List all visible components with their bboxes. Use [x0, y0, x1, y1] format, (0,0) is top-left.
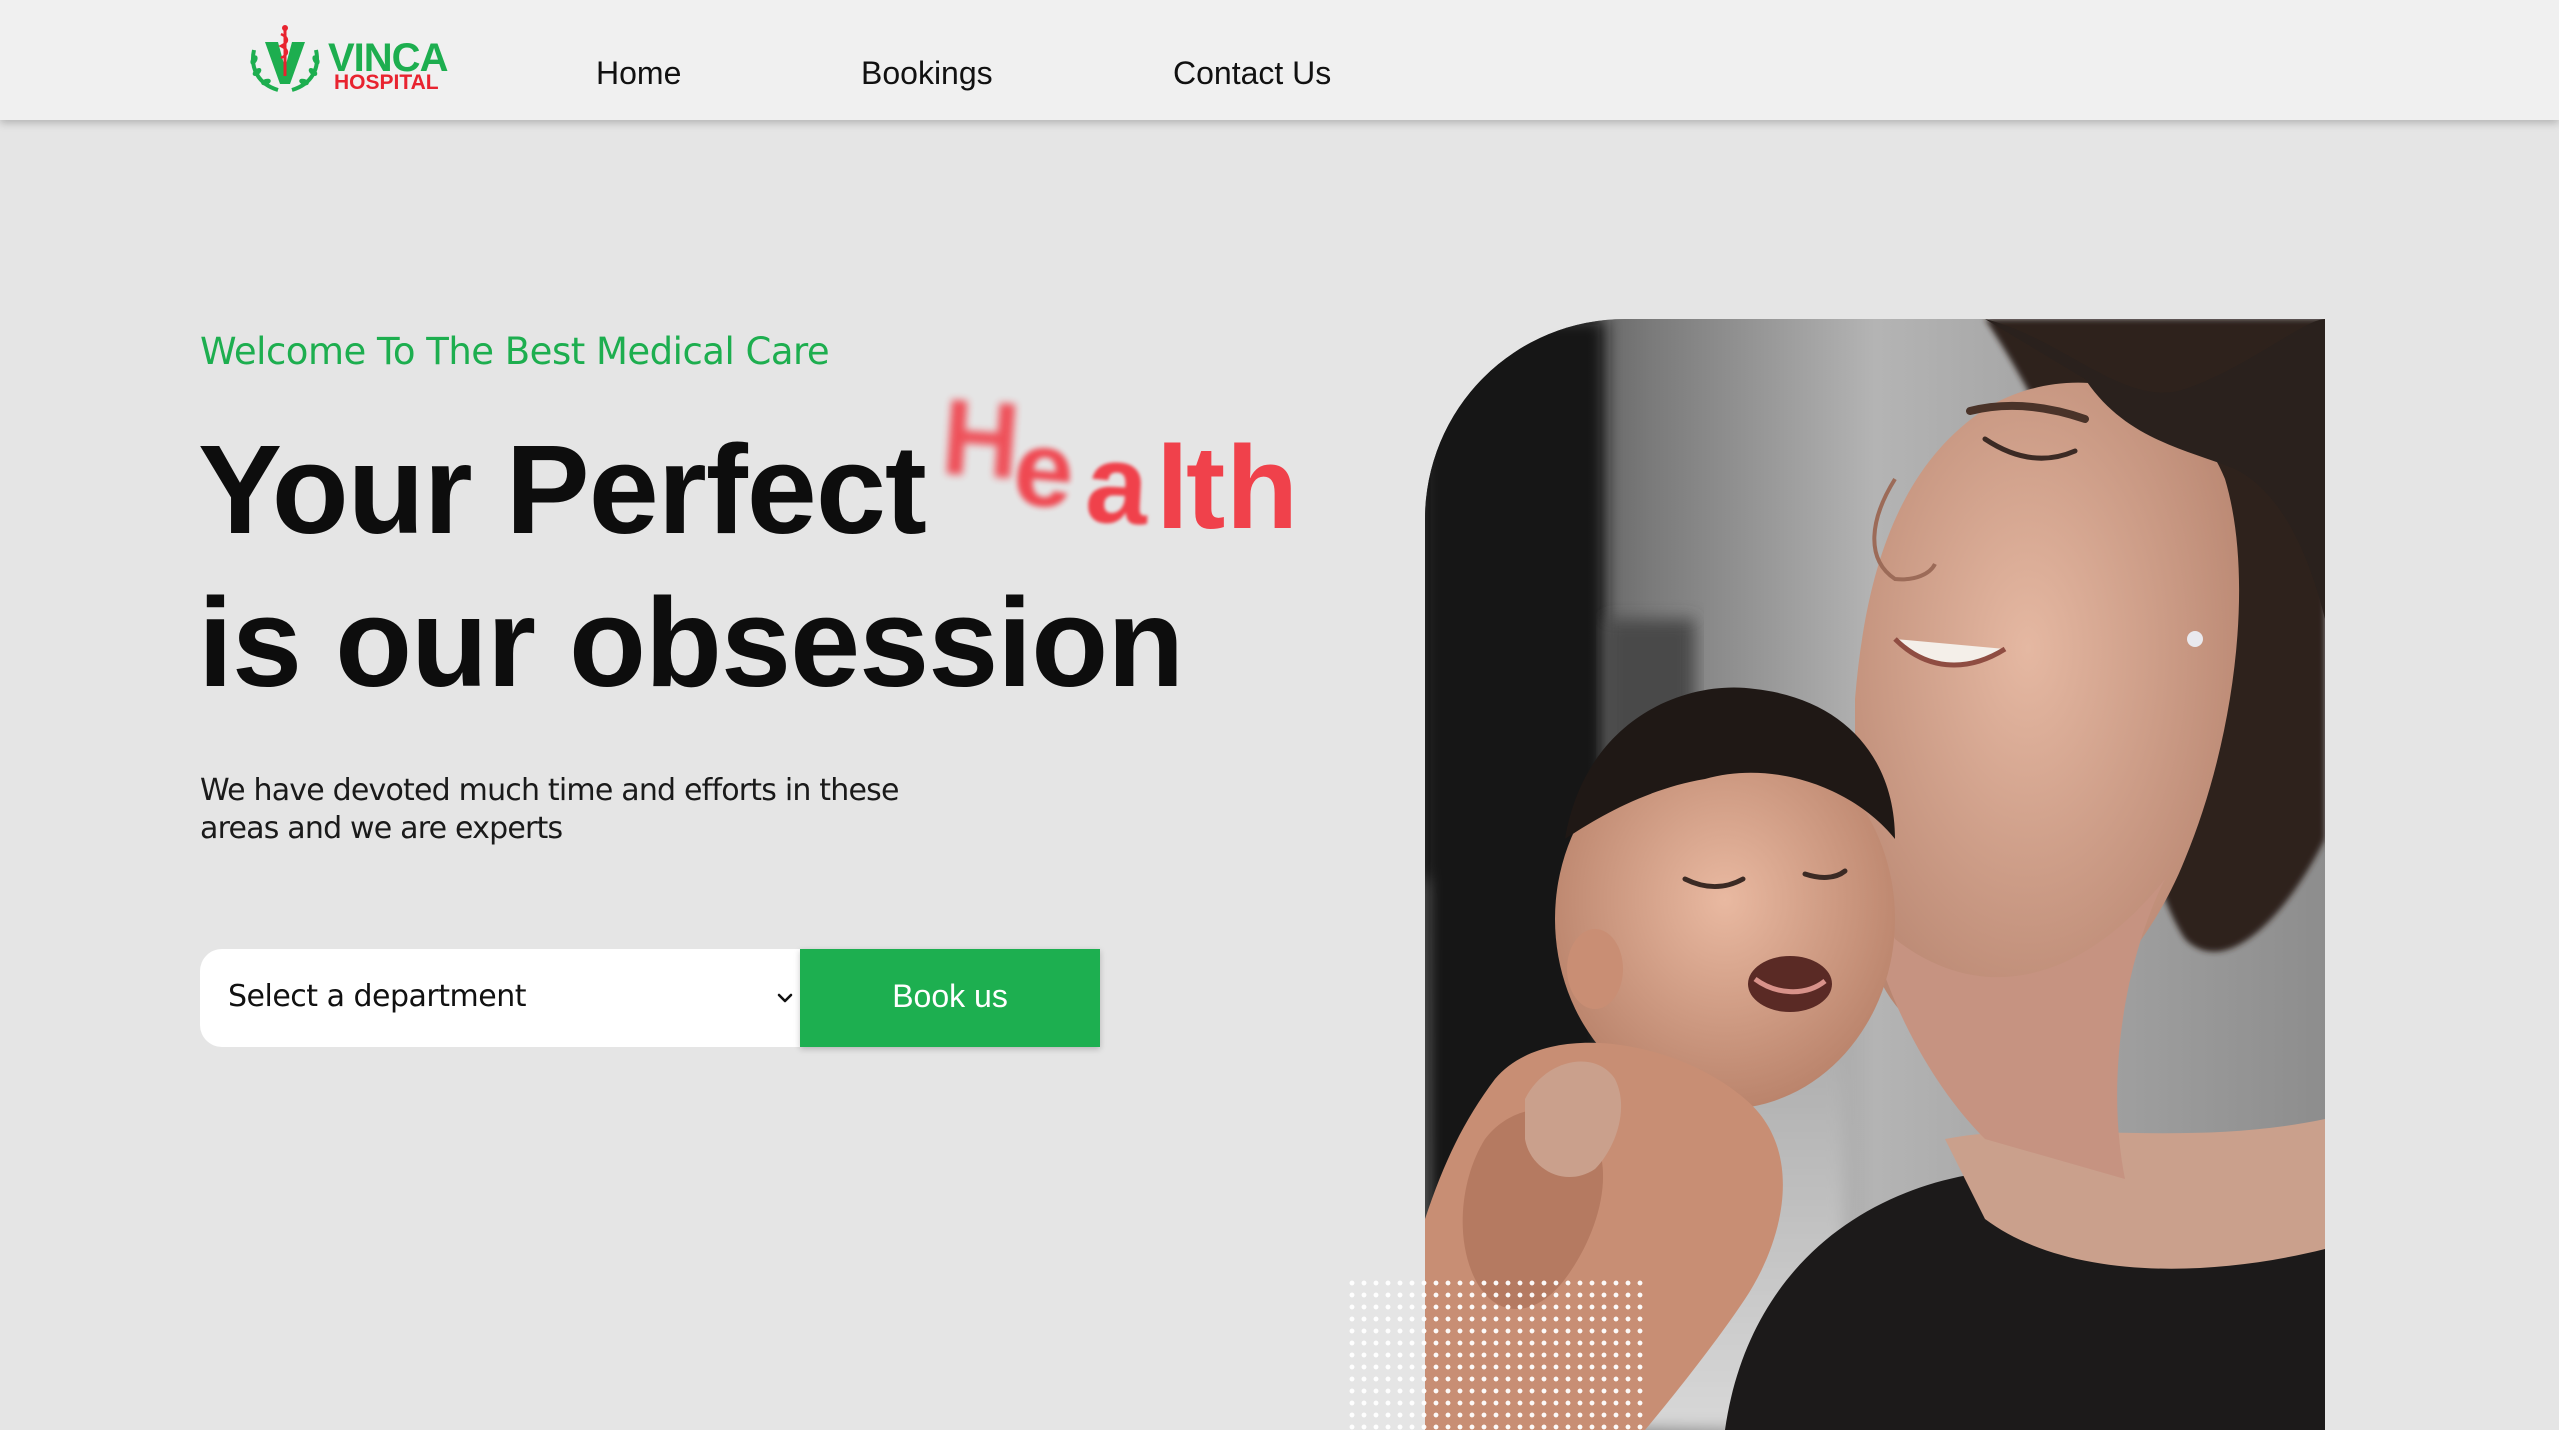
mother-and-baby-photo: [1425, 319, 2325, 1430]
top-navigation-bar: VINCA HOSPITAL Home Bookings Contact Us: [0, 0, 2559, 120]
department-select-value: Select a department: [228, 979, 527, 1014]
hero-headline-line-2: is our obsession: [198, 572, 1184, 713]
book-us-button[interactable]: Book us: [800, 949, 1100, 1047]
nav-link-bookings[interactable]: Bookings: [861, 54, 993, 92]
animated-word-letter: a: [1082, 420, 1152, 549]
animated-word-letter: e: [1008, 405, 1080, 532]
hero-animated-word: Health: [938, 375, 1302, 555]
dot-grid-decoration: [1346, 1277, 1646, 1430]
hospital-logo[interactable]: VINCA HOSPITAL: [248, 24, 458, 96]
book-us-button-label: Book us: [892, 977, 1008, 1014]
logo-subtitle: HOSPITAL: [334, 71, 439, 94]
department-select[interactable]: Select a department: [200, 949, 800, 1047]
animated-word-letter: H: [937, 375, 1025, 502]
animated-word-letter: l: [1156, 422, 1189, 554]
mother-and-baby-illustration: [1425, 319, 2325, 1430]
chevron-down-icon: [777, 993, 793, 1003]
animated-word-letter: h: [1226, 422, 1299, 554]
hero-headline-line-1: Your Perfect: [198, 419, 927, 560]
animated-word-letter: t: [1186, 422, 1226, 554]
hero-description: We have devoted much time and efforts in…: [200, 773, 899, 846]
nav-link-contact-us[interactable]: Contact Us: [1173, 54, 1331, 92]
nav-link-home[interactable]: Home: [596, 54, 681, 92]
hero-eyebrow: Welcome To The Best Medical Care: [200, 330, 830, 373]
caduceus-laurel-v-logo-icon: [250, 25, 320, 92]
